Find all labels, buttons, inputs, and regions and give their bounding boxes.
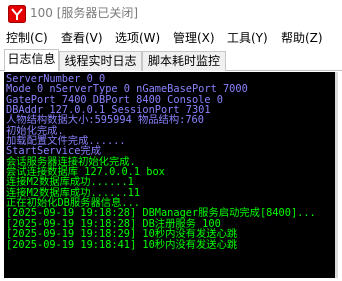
console-scrollbar[interactable] — [335, 72, 338, 278]
application-window: 100 [服务器已关闭] 控制(C) 查看(V) 选项(W) 管理(X) 工具(… — [0, 0, 342, 281]
log-console[interactable]: ServerNumber 0 0 Mode 0 nServerType 0 nGa… — [4, 72, 338, 278]
app-icon — [8, 5, 26, 23]
tab-bar: 日志信息 线程实时日志 脚本耗时监控 — [0, 49, 342, 71]
tab-log-info[interactable]: 日志信息 — [4, 49, 59, 71]
log-lines: ServerNumber 0 0 Mode 0 nServerType 0 nGa… — [6, 74, 338, 250]
menu-view[interactable]: 查看(V) — [61, 30, 103, 46]
title-bar: 100 [服务器已关闭] — [0, 0, 342, 28]
menu-tools[interactable]: 工具(Y) — [227, 30, 268, 46]
tab-thread-realtime-log[interactable]: 线程实时日志 — [59, 51, 142, 71]
menu-control[interactable]: 控制(C) — [6, 30, 48, 46]
menu-manage[interactable]: 管理(X) — [173, 30, 215, 46]
menu-help[interactable]: 帮助(Z) — [281, 30, 323, 46]
log-line: [2025-09-19 19:18:29] 10秒内没有发送心跳 — [6, 228, 238, 241]
menu-bar: 控制(C) 查看(V) 选项(W) 管理(X) 工具(Y) 帮助(Z) — [0, 28, 342, 48]
log-line: [2025-09-19 19:18:41] 10秒内没有发送心跳 — [6, 238, 238, 251]
menu-options[interactable]: 选项(W) — [115, 30, 160, 46]
tab-script-time-monitor[interactable]: 脚本耗时监控 — [142, 51, 226, 71]
window-title: 100 [服务器已关闭] — [30, 6, 139, 20]
